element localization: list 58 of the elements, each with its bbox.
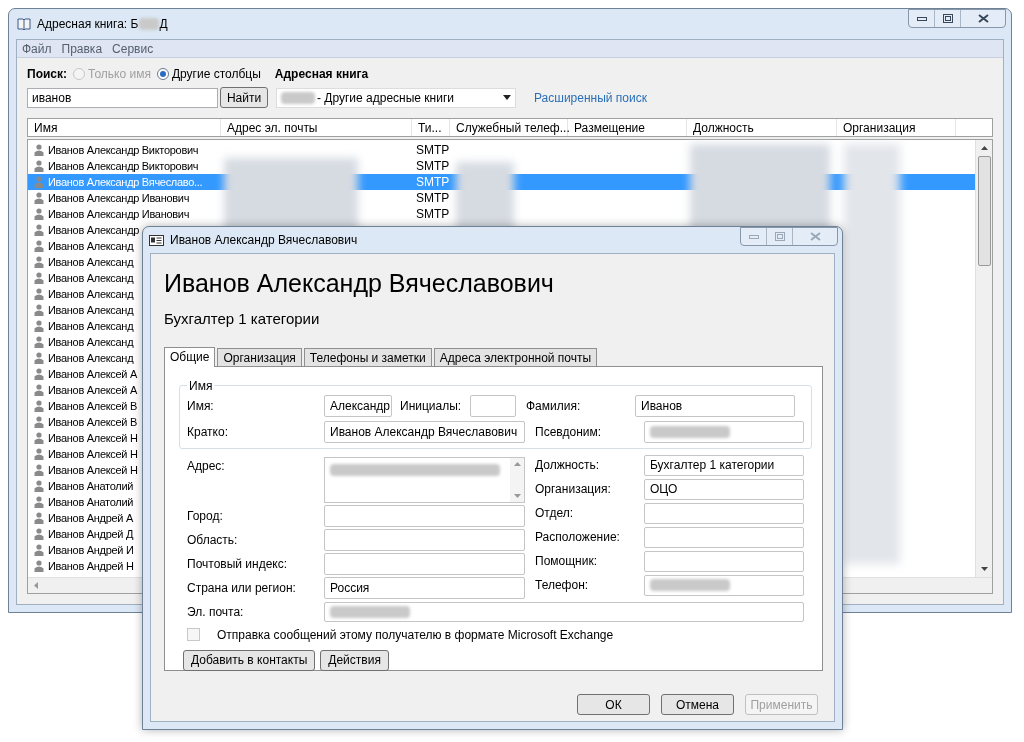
- contact-name: Иванов Александ: [48, 318, 134, 334]
- contact-name: Иванов Алексей В: [48, 398, 137, 414]
- contact-name: Иванов Александ: [48, 254, 134, 270]
- field-label: Помощник:: [535, 553, 598, 570]
- contact-name-heading: Иванов Александр Вячеславович: [164, 268, 555, 298]
- contact-type: SMTP: [415, 206, 450, 223]
- field-label: Эл. почта:: [187, 603, 245, 621]
- contact-name: Иванов Александ: [48, 286, 134, 302]
- contact-name: Иванов Алексей Н: [48, 446, 138, 462]
- group-title: Имя: [188, 377, 214, 395]
- field-label: Фамилия:: [525, 397, 582, 415]
- contact-name: Иванов Анатолий: [48, 478, 134, 494]
- field-label: Отдел:: [535, 505, 575, 522]
- field-label: Должность:: [535, 457, 601, 474]
- window-title: Д: [159, 16, 168, 33]
- field-label: Организация:: [535, 481, 612, 498]
- contact-name: Иванов Александ: [48, 270, 134, 286]
- contact-name: Иванов Андрей И: [48, 542, 134, 558]
- contact-name: Иванов Александр: [48, 222, 140, 238]
- contact-name: Иванов Александр Викторович: [48, 142, 199, 158]
- field-label: Телефон:: [535, 577, 590, 594]
- contact-name: Иванов Александ: [48, 350, 134, 366]
- contact-type: SMTP: [415, 142, 450, 159]
- contact-name: Иванов Александр Викторович: [48, 158, 199, 174]
- job-title: Бухгалтер 1 категории: [164, 309, 321, 329]
- field-label: Имя:: [187, 397, 215, 415]
- address-book-label: Адресная книга: [274, 66, 369, 83]
- contact-name: Иванов Алексей В: [48, 414, 137, 430]
- contact-name: Иванов Александ: [48, 334, 134, 350]
- field-label: Инициалы:: [399, 397, 463, 415]
- field-label: Страна или регион:: [187, 579, 297, 597]
- contact-name: Иванов Александ: [48, 302, 134, 318]
- dialog-title: Иванов Александр Вячеславович: [170, 232, 358, 249]
- contact-type: SMTP: [415, 174, 450, 191]
- search-label: Поиск:: [27, 66, 67, 83]
- checkbox-label: Отправка сообщений этому получателю в формате Microsoft Exchange: [217, 626, 614, 644]
- window-title: Адресная книга: Б: [37, 16, 139, 33]
- contact-name: Иванов Александр Иванович: [48, 190, 190, 206]
- field-label: Почтовый индекс:: [187, 555, 289, 573]
- contact-name: Иванов Александр Вячеславо...: [48, 174, 203, 190]
- field-label: Кратко:: [187, 423, 229, 441]
- contact-type: SMTP: [415, 190, 450, 207]
- contact-name: Иванов Андрей А: [48, 510, 133, 526]
- contact-name: Иванов Алексей А: [48, 382, 137, 398]
- field-label: Псевдоним:: [534, 423, 603, 441]
- contact-type: SMTP: [415, 158, 450, 175]
- contact-name: Иванов Алексей Н: [48, 462, 138, 478]
- contact-name: Иванов Александр Иванович: [48, 206, 190, 222]
- contact-name: Иванов Анатолий: [48, 494, 134, 510]
- contact-name: Иванов Александ: [48, 238, 134, 254]
- contact-name: Иванов Алексей А: [48, 366, 137, 382]
- contact-name: Иванов Алексей Н: [48, 430, 138, 446]
- field-label: Город:: [187, 507, 224, 525]
- field-label: Адрес:: [187, 457, 226, 475]
- field-label: Расположение:: [535, 529, 621, 546]
- contact-name: Иванов Андрей Д: [48, 526, 134, 542]
- field-label: Область:: [187, 531, 239, 549]
- contact-name: Иванов Андрей Н: [48, 558, 134, 574]
